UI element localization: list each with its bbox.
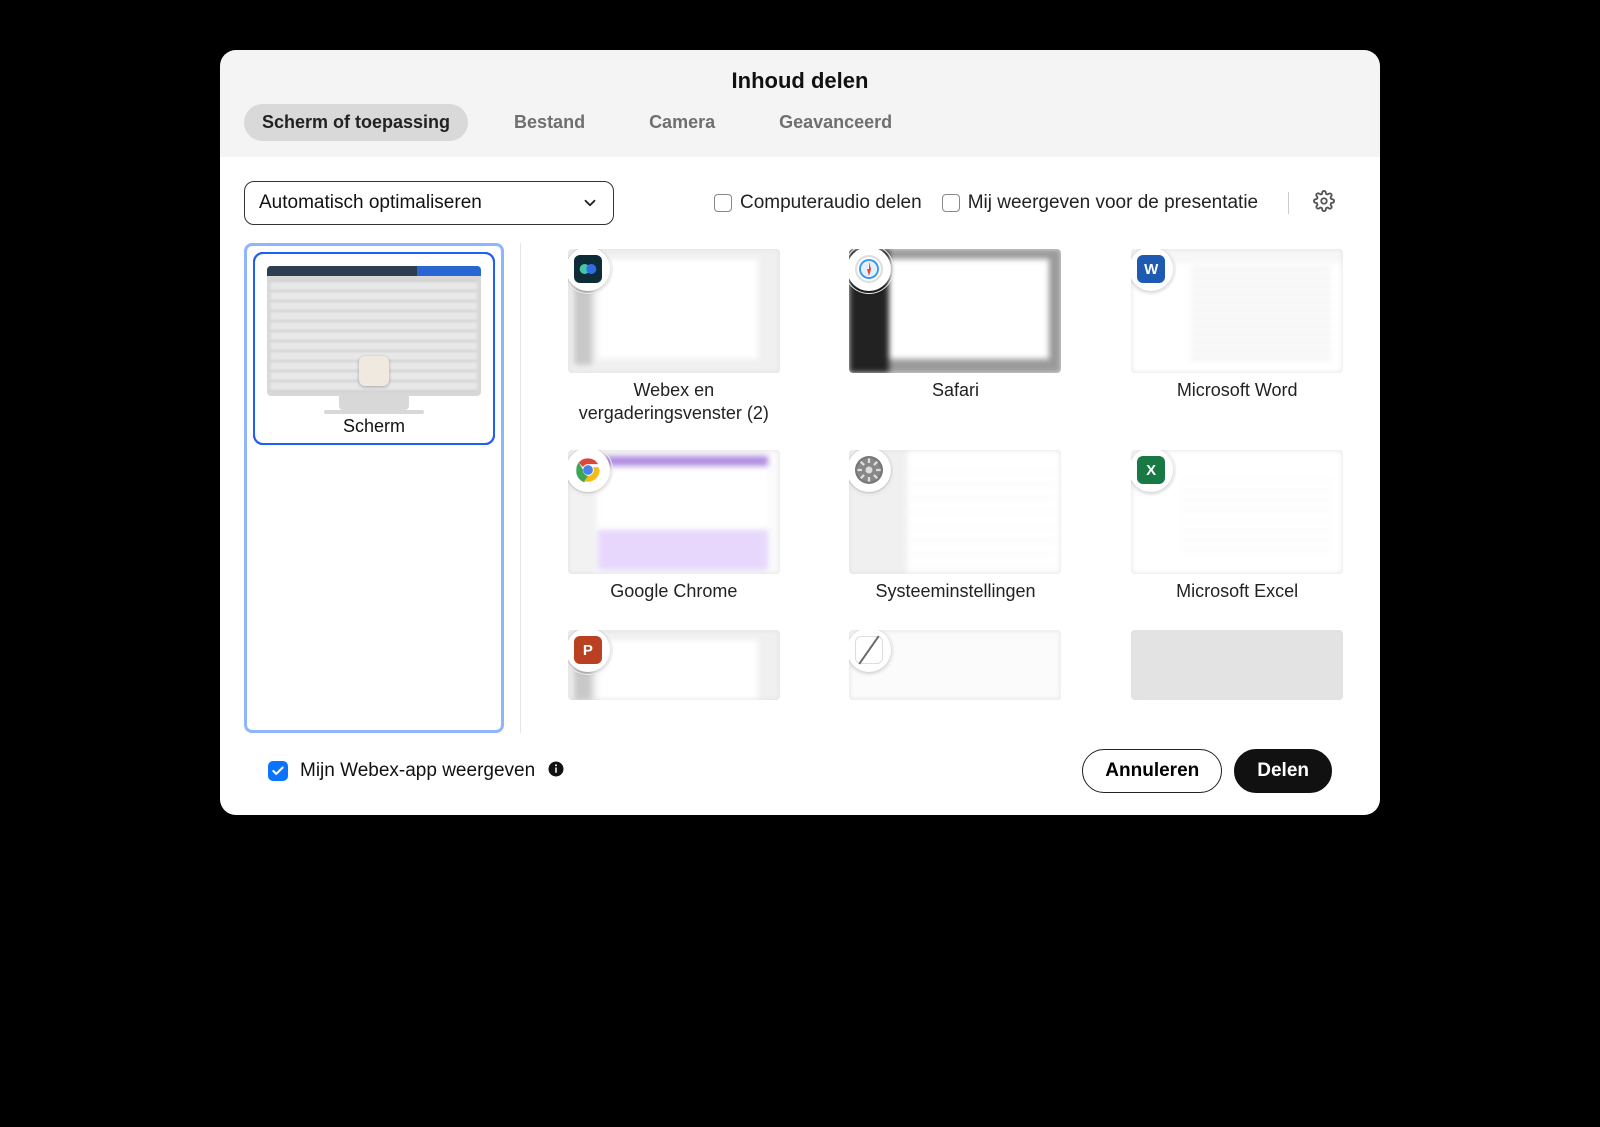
app-thumbnail (849, 630, 1061, 700)
show-me-for-presentation-checkbox[interactable]: Mij weergeven voor de presentatie (942, 192, 1258, 214)
app-item-safari[interactable]: Safari (847, 249, 1065, 424)
app-item-label: Webex en vergaderingsvenster (2) (565, 379, 783, 424)
webex-app-icon (568, 249, 610, 291)
app-item-label: Systeeminstellingen (875, 580, 1035, 604)
app-item-excel[interactable]: X Microsoft Excel (1128, 450, 1346, 604)
show-webex-app-checkbox[interactable] (268, 761, 288, 781)
tab-camera[interactable]: Camera (631, 104, 733, 141)
share-button[interactable]: Delen (1234, 749, 1332, 793)
tab-bar: Scherm of toepassing Bestand Camera Geav… (220, 104, 1380, 157)
tab-advanced[interactable]: Geavanceerd (761, 104, 910, 141)
share-toolbar: Automatisch optimaliseren Computeraudio … (244, 181, 1356, 225)
app-item-other[interactable] (1128, 630, 1346, 730)
screen-item-label: Scherm (255, 416, 493, 437)
dialog-header: Inhoud delen (220, 50, 1380, 104)
checkbox-box (942, 194, 960, 212)
app-item-webex[interactable]: Webex en vergaderingsvenster (2) (565, 249, 783, 424)
app-item-sysprefs[interactable]: Systeeminstellingen (847, 450, 1065, 604)
optimize-dropdown-value: Automatisch optimaliseren (259, 192, 482, 214)
show-webex-app-label: Mijn Webex-app weergeven (300, 760, 535, 782)
app-thumbnail (1131, 630, 1343, 700)
share-computer-audio-checkbox[interactable]: Computeraudio delen (714, 192, 922, 214)
optimize-dropdown[interactable]: Automatisch optimaliseren (244, 181, 614, 225)
app-item-label: Microsoft Word (1177, 379, 1298, 403)
share-content-row: Scherm Webex en vergaderingsvenster (2) S… (244, 243, 1356, 733)
show-me-for-presentation-label: Mij weergeven voor de presentatie (968, 192, 1258, 214)
toolbar-divider (1288, 192, 1289, 214)
app-item-label: Safari (932, 379, 979, 403)
screens-panel: Scherm (244, 243, 504, 733)
checkbox-box (714, 194, 732, 212)
dialog-footer: Mijn Webex-app weergeven Annuleren Delen (244, 733, 1356, 815)
applications-grid: Webex en vergaderingsvenster (2) Safari W M… (537, 243, 1356, 733)
app-item-chrome[interactable]: Google Chrome (565, 450, 783, 604)
word-app-icon: W (1131, 249, 1173, 291)
powerpoint-app-icon: P (568, 630, 610, 672)
share-computer-audio-label: Computeraudio delen (740, 192, 922, 214)
tab-screen-or-app[interactable]: Scherm of toepassing (244, 104, 468, 141)
share-content-dialog: Inhoud delen Scherm of toepassing Bestan… (220, 50, 1380, 815)
safari-app-icon (849, 249, 891, 291)
cancel-button[interactable]: Annuleren (1082, 749, 1222, 793)
screen-item[interactable]: Scherm (253, 252, 495, 445)
app-thumbnail (849, 249, 1061, 373)
panel-divider (520, 243, 521, 733)
app-item-label: Microsoft Excel (1176, 580, 1298, 604)
app-thumbnail: W (1131, 249, 1343, 373)
app-thumbnail (849, 450, 1061, 574)
sysprefs-app-icon (849, 450, 891, 492)
app-thumbnail: X (1131, 450, 1343, 574)
dialog-body: Automatisch optimaliseren Computeraudio … (220, 157, 1380, 815)
app-thumbnail: P (568, 630, 780, 700)
app-thumbnail (568, 249, 780, 373)
info-icon[interactable] (547, 760, 565, 783)
app-item-powerpoint[interactable]: P (565, 630, 783, 730)
app-item-label: Google Chrome (610, 580, 737, 604)
settings-gear-icon[interactable] (1313, 190, 1335, 217)
textedit-app-icon (849, 630, 891, 672)
app-thumbnail (568, 450, 780, 574)
screen-thumbnail (267, 266, 481, 396)
tab-file[interactable]: Bestand (496, 104, 603, 141)
app-item-word[interactable]: W Microsoft Word (1128, 249, 1346, 424)
dialog-title: Inhoud delen (220, 68, 1380, 94)
chevron-down-icon (581, 194, 599, 212)
app-item-textedit[interactable] (847, 630, 1065, 730)
excel-app-icon: X (1131, 450, 1173, 492)
chrome-app-icon (568, 450, 610, 492)
